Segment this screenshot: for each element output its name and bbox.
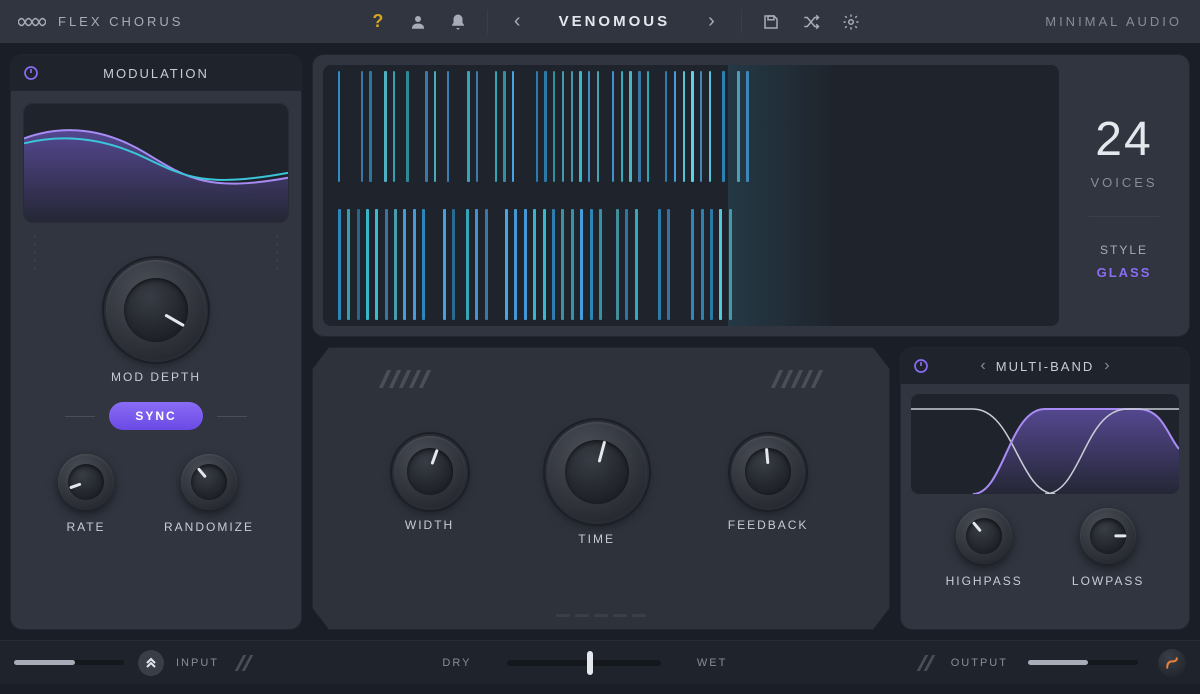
filter-title: MULTI-BAND bbox=[996, 359, 1094, 374]
header-bar: FLEX CHORUS ? ‹ VENOMOUS › MINIMAL AUDIO bbox=[0, 0, 1200, 44]
input-label: INPUT bbox=[176, 657, 219, 669]
time-label: TIME bbox=[578, 532, 615, 546]
settings-icon[interactable] bbox=[840, 12, 862, 32]
help-icon[interactable]: ? bbox=[367, 12, 389, 32]
filter-header: ‹ MULTI-BAND › bbox=[901, 348, 1189, 384]
preset-next-button[interactable]: › bbox=[700, 10, 723, 33]
input-slider[interactable] bbox=[14, 660, 124, 665]
decor-stripes-left bbox=[383, 370, 427, 388]
filter-next-button[interactable]: › bbox=[1094, 357, 1119, 375]
modulation-panel: MODULATION MOD DE bbox=[10, 54, 302, 630]
voice-count[interactable]: 24 bbox=[1095, 112, 1152, 167]
output-slider[interactable] bbox=[1028, 660, 1138, 665]
mix-slider[interactable] bbox=[507, 660, 660, 666]
randomize-knob[interactable] bbox=[181, 454, 237, 510]
lowpass-label: LOWPASS bbox=[1072, 574, 1144, 588]
brand-name: MINIMAL AUDIO bbox=[1045, 14, 1182, 29]
rate-knob[interactable] bbox=[58, 454, 114, 510]
expand-button[interactable] bbox=[138, 650, 164, 676]
plugin-logo-group: FLEX CHORUS bbox=[18, 13, 183, 31]
filter-panel: ‹ MULTI-BAND › HIGHPASS bbox=[900, 347, 1190, 630]
width-knob[interactable] bbox=[394, 436, 466, 508]
decor-stripes-right bbox=[775, 370, 819, 388]
rate-label: RATE bbox=[66, 520, 105, 534]
decor-chevrons bbox=[239, 655, 249, 671]
voices-visualizer[interactable] bbox=[323, 65, 1059, 326]
highpass-knob[interactable] bbox=[956, 508, 1012, 564]
style-label: STYLE bbox=[1100, 243, 1148, 257]
modulation-header: MODULATION bbox=[11, 55, 301, 91]
output-label: OUTPUT bbox=[951, 657, 1008, 669]
mod-depth-label: MOD DEPTH bbox=[111, 370, 201, 384]
wave-logo-icon bbox=[18, 13, 46, 31]
filter-curve-display[interactable] bbox=[911, 394, 1179, 494]
voice-count-label: VOICES bbox=[1090, 175, 1157, 190]
modulation-waveform-display[interactable] bbox=[23, 103, 289, 223]
dry-label: DRY bbox=[442, 657, 471, 669]
time-panel: WIDTH TIME FEEDBACK bbox=[312, 347, 890, 630]
preset-prev-button[interactable]: ‹ bbox=[506, 10, 529, 33]
preset-navigator: ‹ VENOMOUS › bbox=[506, 10, 723, 33]
mod-depth-knob[interactable] bbox=[106, 260, 206, 360]
modulation-title: MODULATION bbox=[103, 66, 209, 81]
bell-icon[interactable] bbox=[447, 12, 469, 32]
wet-label: WET bbox=[697, 657, 727, 669]
time-knob[interactable] bbox=[547, 422, 647, 522]
modulation-power-button[interactable] bbox=[21, 63, 41, 83]
randomize-label: RANDOMIZE bbox=[164, 520, 254, 534]
style-value[interactable]: GLASS bbox=[1097, 265, 1152, 280]
decor-chevrons-right bbox=[921, 655, 931, 671]
shuffle-icon[interactable] bbox=[800, 12, 822, 32]
user-icon[interactable] bbox=[407, 12, 429, 32]
width-label: WIDTH bbox=[405, 518, 454, 532]
feedback-label: FEEDBACK bbox=[728, 518, 809, 532]
voices-panel: 24 VOICES STYLE GLASS bbox=[312, 54, 1190, 337]
plugin-name: FLEX CHORUS bbox=[58, 14, 183, 29]
preset-name[interactable]: VENOMOUS bbox=[559, 13, 671, 30]
footer-bar: INPUT DRY WET OUTPUT bbox=[0, 640, 1200, 684]
lowpass-knob[interactable] bbox=[1080, 508, 1136, 564]
filter-power-button[interactable] bbox=[911, 356, 931, 376]
decor-center-dots bbox=[556, 614, 646, 617]
brand-logo-icon[interactable] bbox=[1158, 649, 1186, 677]
sync-button[interactable]: SYNC bbox=[109, 402, 202, 430]
filter-prev-button[interactable]: ‹ bbox=[970, 357, 995, 375]
save-icon[interactable] bbox=[760, 12, 782, 32]
feedback-knob[interactable] bbox=[732, 436, 804, 508]
highpass-label: HIGHPASS bbox=[946, 574, 1023, 588]
